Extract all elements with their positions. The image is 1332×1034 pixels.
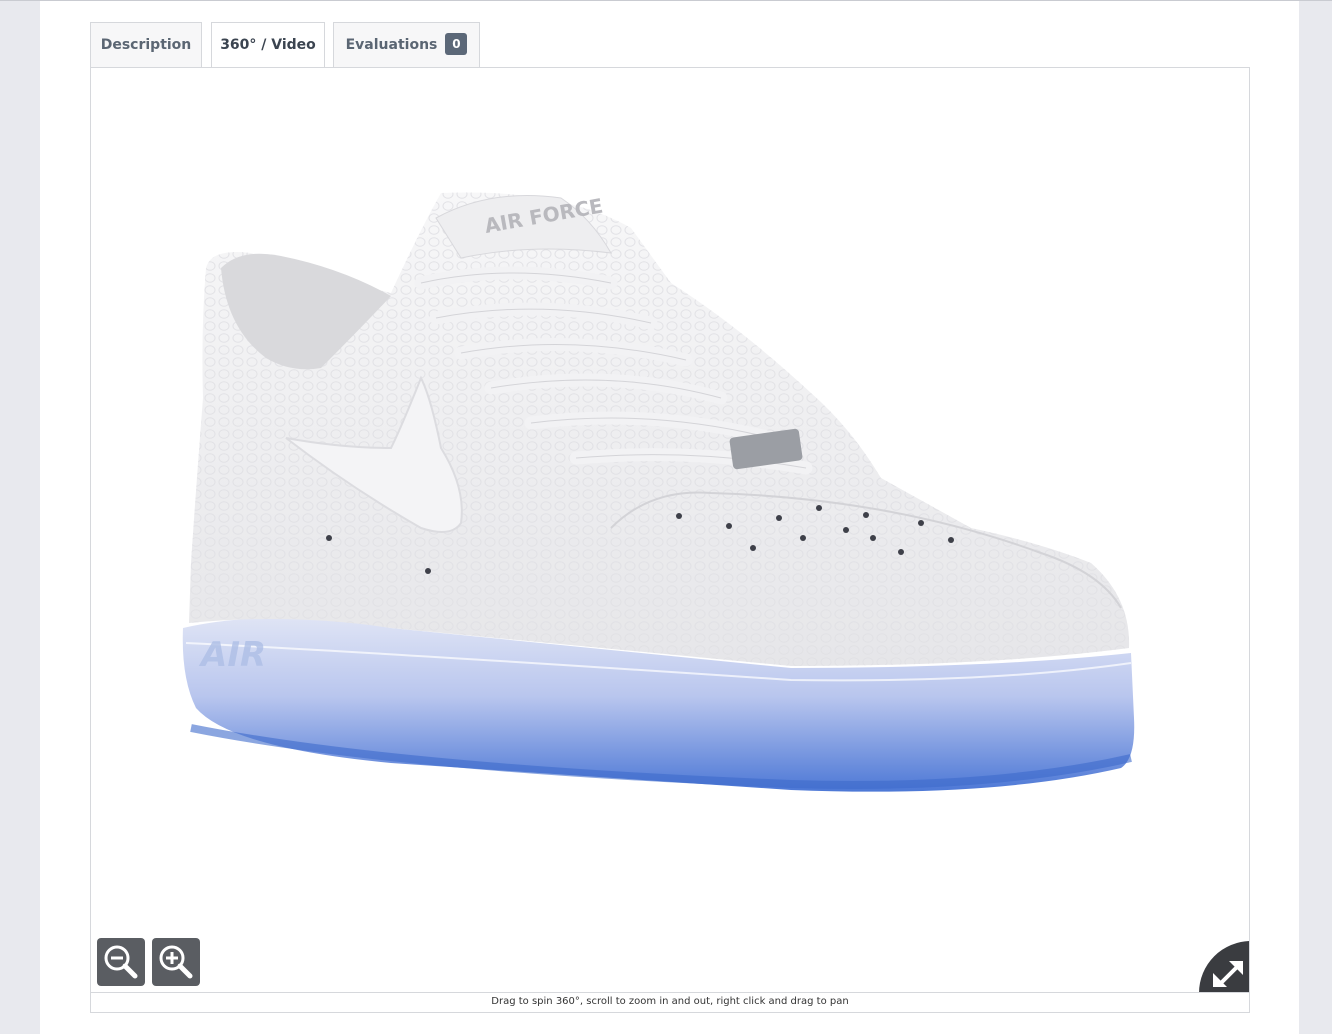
expand-arrows-icon [1213, 961, 1243, 987]
zoom-out-button[interactable] [97, 938, 145, 986]
svg-text:AIR: AIR [198, 635, 266, 675]
zoom-out-magnifier-icon [104, 945, 138, 979]
spin-stage[interactable]: AIR AIR FORCE [91, 68, 1249, 992]
fullscreen-button[interactable] [1199, 941, 1249, 993]
tab-description-label: Description [100, 37, 192, 53]
tab-description[interactable]: Description [90, 22, 202, 67]
evaluations-count-badge: 0 [445, 33, 468, 55]
viewer-instructions: Drag to spin 360°, scroll to zoom in and… [91, 992, 1249, 1012]
tab-evaluations[interactable]: Evaluations 0 [333, 22, 480, 67]
zoom-in-button[interactable] [152, 938, 200, 986]
tab-evaluations-label: Evaluations [345, 37, 438, 53]
zoom-in-magnifier-icon [159, 945, 193, 979]
product-image[interactable]: AIR AIR FORCE [91, 68, 1249, 992]
tab-360-video[interactable]: 360° / Video [211, 22, 325, 69]
360-viewer[interactable]: AIR AIR FORCE Drag to spin 360°, scroll … [90, 67, 1250, 1013]
tab-360-video-label: 360° / Video [220, 37, 316, 53]
